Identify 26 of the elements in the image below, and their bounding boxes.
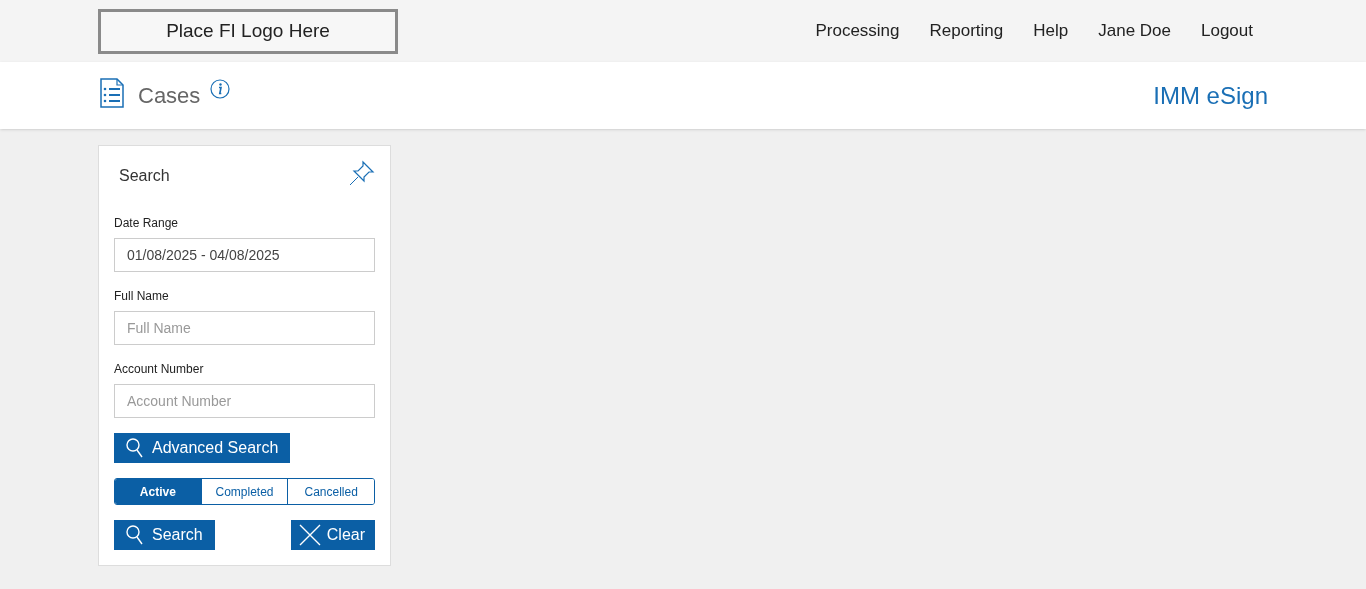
field-label: Date Range — [114, 215, 180, 232]
search-button[interactable]: Search — [114, 520, 215, 550]
nav-link[interactable]: Logout — [1201, 18, 1253, 44]
panel-title: Search — [118, 166, 170, 186]
info-icon[interactable] — [210, 78, 231, 99]
input-field[interactable]: Full Name — [114, 311, 375, 345]
close-icon — [298, 524, 321, 546]
advanced-search-button[interactable]: Advanced Search — [114, 433, 291, 463]
page-title: Cases — [138, 82, 201, 110]
pin-icon[interactable] — [349, 160, 375, 186]
status-tab[interactable]: Cancelled — [287, 479, 374, 504]
nav-link[interactable]: Reporting — [929, 18, 1004, 44]
field-label: Full Name — [114, 288, 170, 305]
list-document-icon — [100, 77, 124, 108]
input-field[interactable]: 01/08/2025 - 04/08/2025 — [114, 238, 375, 272]
app-name: IMM eSign — [1153, 80, 1268, 111]
nav-link[interactable]: Jane Doe — [1098, 18, 1171, 44]
nav-link[interactable]: Help — [1033, 18, 1069, 44]
nav-link[interactable]: Processing — [815, 18, 900, 44]
clear-button[interactable]: Clear — [290, 520, 375, 550]
search-icon — [126, 525, 144, 545]
logo-placeholder-text: Place FI Logo Here — [166, 18, 330, 43]
status-tab[interactable]: Active — [115, 479, 201, 504]
input-field[interactable]: Account Number — [114, 384, 375, 418]
field-label: Account Number — [114, 361, 205, 378]
search-icon — [126, 438, 144, 458]
